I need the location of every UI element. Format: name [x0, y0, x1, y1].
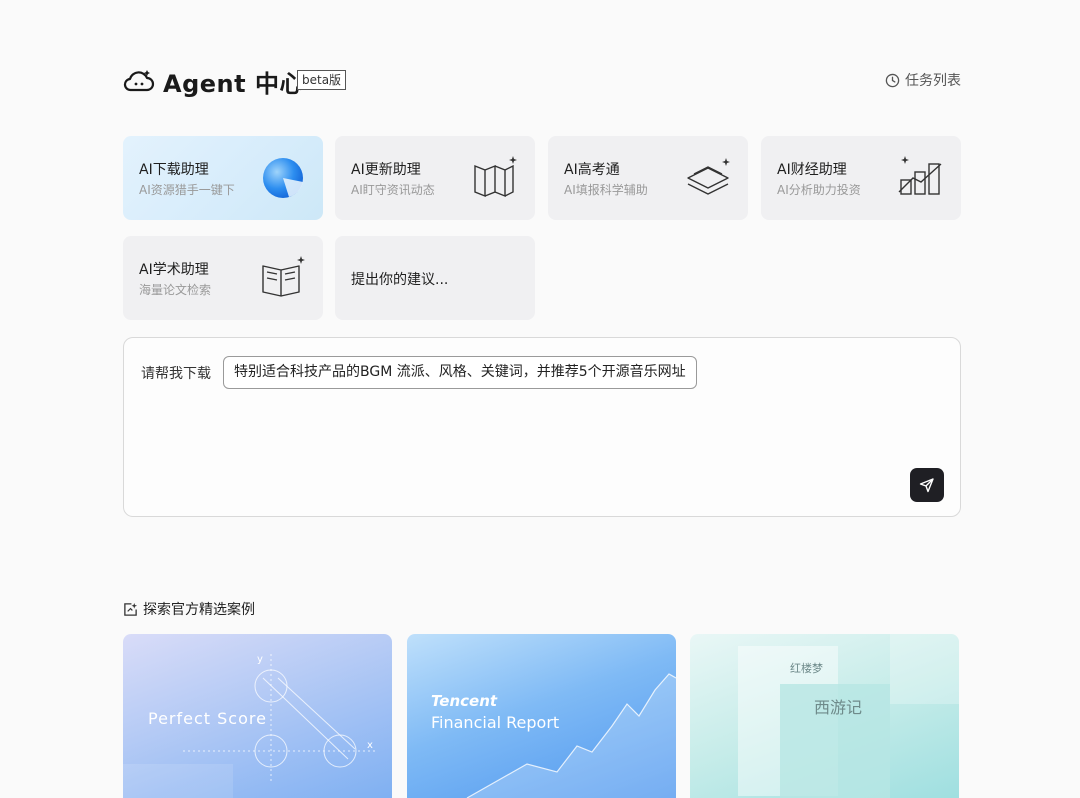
suggestion-label: 提出你的建议...	[351, 272, 449, 288]
card-title: AI更新助理	[351, 162, 421, 178]
header: Agent 中心 beta版 任务列表	[123, 62, 961, 98]
case-card-tencent-report[interactable]: Tencent Financial Report	[407, 634, 676, 798]
card-subtitle: 海量论文检索	[139, 283, 212, 297]
pages-sparkle-icon	[474, 156, 517, 198]
task-list-button[interactable]: 任务列表	[885, 70, 961, 90]
card-update-assistant[interactable]: AI更新助理 AI盯守资讯动态	[335, 136, 535, 220]
svg-text:y: y	[257, 654, 263, 665]
sphere-icon	[263, 158, 303, 198]
send-button[interactable]	[910, 468, 944, 502]
prompt-input-box[interactable]: 请帮我下载 特别适合科技产品的BGM 流派、风格、关键词，并推荐5个开源音乐网址	[123, 337, 961, 517]
card-title: AI高考通	[564, 162, 620, 178]
card-download-assistant[interactable]: AI下载助理 AI资源猎手一键下	[123, 136, 323, 220]
clock-icon	[885, 73, 900, 87]
case-title: Perfect Score	[148, 709, 267, 728]
card-finance-assistant[interactable]: AI财经助理 AI分析助力投资	[761, 136, 961, 220]
layers-sparkle-icon	[687, 158, 730, 195]
explore-title-label: 探索官方精选案例	[143, 602, 255, 618]
case-card-perfect-score[interactable]: y x Perfect Score	[123, 634, 392, 798]
svg-text:x: x	[367, 740, 373, 751]
cloud-face-icon	[123, 70, 155, 92]
card-subtitle: AI填报科学辅助	[564, 183, 648, 197]
card-subtitle: AI盯守资讯动态	[351, 183, 435, 197]
prompt-slot-input[interactable]: 特别适合科技产品的BGM 流派、风格、关键词，并推荐5个开源音乐网址	[223, 356, 697, 389]
send-icon	[919, 478, 934, 493]
task-list-label: 任务列表	[905, 73, 961, 89]
card-subtitle: AI分析助力投资	[777, 183, 861, 197]
chart-sparkle-icon	[898, 156, 942, 195]
book-sparkle-icon	[262, 256, 305, 297]
beta-badge: beta版	[297, 70, 347, 90]
case-subtitle: 红楼梦	[790, 662, 823, 675]
card-title: AI学术助理	[139, 262, 209, 278]
case-card-journey-west[interactable]: 红楼梦 西游记	[690, 634, 959, 798]
case-brand: Tencent	[431, 692, 498, 710]
card-gaokao-assistant[interactable]: AI高考通 AI填报科学辅助	[548, 136, 748, 220]
sparkle-frame-icon	[124, 602, 138, 616]
card-academic-assistant[interactable]: AI学术助理 海量论文检索	[123, 236, 323, 320]
case-title: Financial Report	[431, 713, 560, 732]
prompt-prefix: 请帮我下载	[141, 366, 211, 382]
card-subtitle: AI资源猎手一键下	[139, 183, 235, 197]
explore-section-title: 探索官方精选案例	[123, 599, 255, 619]
case-title: 西游记	[814, 698, 863, 717]
card-title: AI下载助理	[139, 162, 209, 178]
suggestion-card[interactable]: 提出你的建议...	[335, 236, 535, 320]
agent-center-page: Agent 中心 beta版 任务列表 AI下载助理 AI资源猎手一键下 AI更…	[123, 0, 961, 798]
card-title: AI财经助理	[777, 162, 847, 178]
app-title: Agent 中心	[163, 70, 304, 98]
